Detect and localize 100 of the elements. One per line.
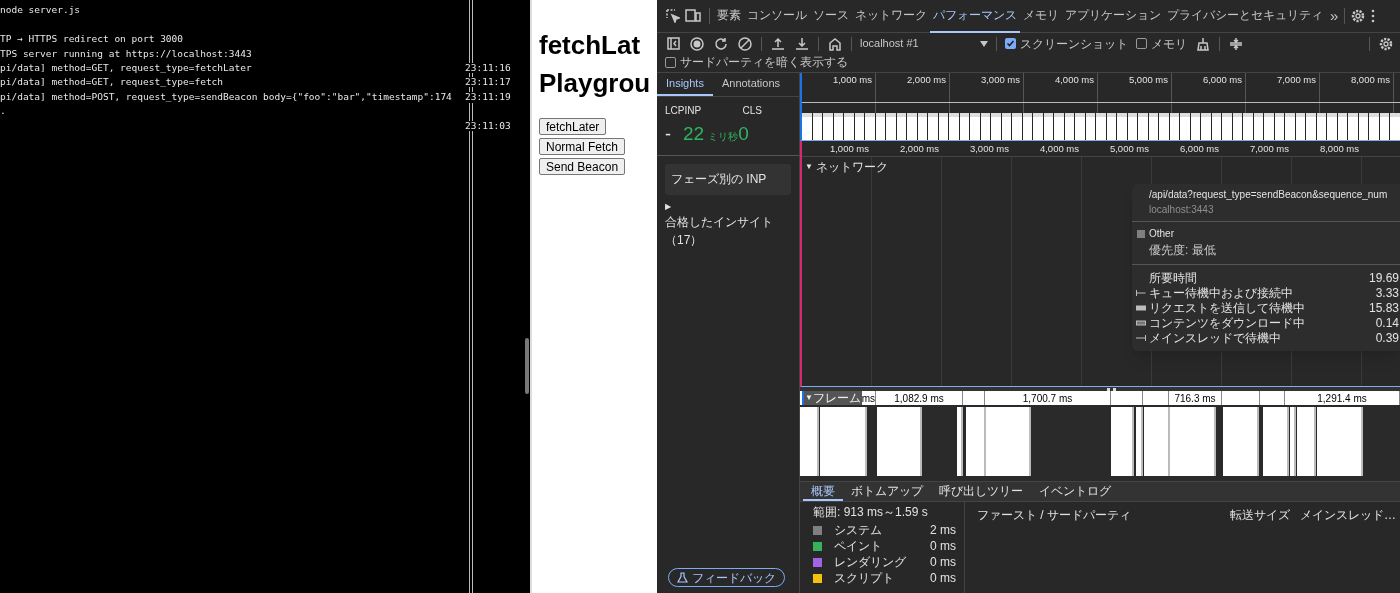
timeline-overview[interactable]: 1,000 ms 2,000 ms 3,000 ms 4,000 ms 5,000 ms 6,000 ms 7,000 ms 8,000 ms <box>800 73 1400 141</box>
request-priority: 優先度: 最低 <box>1148 242 1217 259</box>
time-tick: 6,000 ms <box>1178 142 1220 156</box>
more-tabs-button[interactable]: » <box>1326 4 1343 28</box>
timestamp: 23:11:16 <box>465 63 511 73</box>
terminal-line: pi/data] method=POST, request_type=sendBeacon body={"foo":"bar","timestamp":174 <box>0 91 452 102</box>
device-toolbar-icon[interactable] <box>685 8 701 24</box>
panel-tab[interactable]: ソース <box>810 0 852 33</box>
metric-value: 22 <box>683 122 705 146</box>
frame-duration: 716.3 ms <box>1174 391 1216 406</box>
timing-label: リクエストを送信して待機中 <box>1149 299 1306 317</box>
frame-duration: 1,291.4 ms <box>1317 391 1367 406</box>
whisker-icon[interactable] <box>1136 288 1146 297</box>
collapse-tracks-icon[interactable] <box>1228 35 1244 52</box>
track-header[interactable]: ▼フレーム <box>802 391 862 405</box>
metric-label: CLS <box>742 104 762 118</box>
bar-icon[interactable] <box>1136 303 1146 312</box>
terminal-line: TP → HTTPS redirect on port 3000 <box>0 34 184 44</box>
resource-type: Other <box>1149 227 1174 241</box>
frame-duration: 1,700.7 ms <box>1022 391 1073 406</box>
page-heading: Playgrou <box>539 67 652 100</box>
metric-unit: ミリ秒 <box>708 131 739 144</box>
category-time: 0 ms <box>930 540 956 552</box>
page-button[interactable]: Normal Fetch <box>539 138 626 155</box>
clear-icon[interactable] <box>737 35 753 52</box>
metric-label: LCP <box>665 104 685 118</box>
panel-tab[interactable]: メモリ <box>1020 0 1062 33</box>
details-tab[interactable]: ボトムアップ <box>843 482 931 501</box>
panel-tab[interactable]: アプリケーション <box>1062 0 1164 33</box>
time-tick: 7,000 ms <box>1248 142 1290 156</box>
time-tick: 4,000 ms <box>1038 142 1080 156</box>
settings-icon[interactable] <box>1350 8 1367 24</box>
category-time: 0 ms <box>930 572 956 584</box>
terminal-line: . <box>0 106 6 116</box>
metric-value: - <box>665 123 672 146</box>
checkbox-option[interactable]: スクリーンショット <box>1005 34 1128 53</box>
panel-tab[interactable]: 要素 <box>714 0 744 33</box>
page-button[interactable]: fetchLater <box>539 118 607 135</box>
time-tick: 2,000 ms <box>898 142 940 156</box>
download-icon[interactable] <box>794 35 810 52</box>
frame-duration: 1,082.9 ms <box>894 391 944 406</box>
timestamp: 23:11:03 <box>465 120 511 131</box>
metric-label: INP <box>684 104 703 118</box>
terminal-line: node server.js <box>0 5 81 15</box>
timing-value: 15.83 <box>1368 299 1399 317</box>
column-header[interactable]: メインスレッド… <box>1300 506 1396 524</box>
column-header[interactable]: 転送サイズ <box>1230 506 1300 524</box>
details-tab[interactable]: イベントログ <box>1031 482 1119 501</box>
flask-icon[interactable] <box>677 572 688 583</box>
timing-label: メインスレッドで待機中 <box>1149 329 1282 347</box>
timing-label: 所要時間 <box>1149 269 1198 287</box>
time-tick: 8,000 ms <box>1318 142 1360 156</box>
timestamp: 23:11:19 <box>465 91 511 102</box>
target-dropdown[interactable]: localhost #1 <box>860 35 988 52</box>
upload-icon[interactable] <box>770 35 786 52</box>
record-icon[interactable] <box>689 35 705 52</box>
outlined-bar-icon[interactable] <box>1136 318 1146 327</box>
scrollbar-thumb[interactable] <box>525 338 529 394</box>
request-url: /api/data?request_type=sendBeacon&sequence_num <box>1148 188 1389 202</box>
checkbox[interactable] <box>1005 38 1016 49</box>
capture-settings-icon[interactable] <box>1378 35 1394 52</box>
terminal-line: TPS server running at https://localhost:3443 <box>0 48 252 59</box>
terminal-line: pi/data] method=GET, request_type=fetchLater <box>0 63 252 73</box>
caret-icon[interactable] <box>980 40 988 47</box>
timing-value: 0.39 <box>1375 329 1399 347</box>
summary-range: 範囲: 913 ms～1.59 s <box>813 506 929 521</box>
terminal-line: pi/data] method=GET, request_type=fetch <box>0 77 224 87</box>
inspect-icon[interactable] <box>665 8 681 24</box>
checkbox-option[interactable]: サードパーティを暗く表示する <box>665 53 848 71</box>
checkbox[interactable] <box>665 56 676 68</box>
sidebar-toggle-icon[interactable] <box>665 35 681 52</box>
insight-card[interactable]: フェーズ別の INP <box>665 163 791 195</box>
column-header[interactable]: ファースト / サードパーティ <box>977 506 1230 524</box>
sidebar-tab[interactable]: Annotations <box>712 73 790 96</box>
category-name: ペイント <box>834 540 883 552</box>
timing-value: 0.14 <box>1375 314 1399 332</box>
panel-tab[interactable]: コンソール <box>744 0 810 33</box>
time-tick: 5,000 ms <box>1108 142 1150 156</box>
details-tab[interactable]: 概要 <box>803 482 843 501</box>
category-name: システム <box>834 524 883 536</box>
whisker-end-icon[interactable] <box>1136 333 1146 342</box>
page-heading: fetchLat <box>539 29 642 62</box>
metric-value: 0 <box>738 122 749 146</box>
sidebar-tab[interactable]: Insights <box>657 73 713 96</box>
timing-label: コンテンツをダウンロード中 <box>1149 314 1306 332</box>
home-icon[interactable] <box>827 35 843 52</box>
track-header[interactable]: ▼ ネットワーク <box>805 158 1400 176</box>
panel-tab[interactable]: パフォーマンス <box>930 0 1020 33</box>
reload-icon[interactable] <box>713 35 729 52</box>
page-button[interactable]: Send Beacon <box>539 158 626 175</box>
category-time: 2 ms <box>930 524 956 536</box>
panel-tab[interactable]: プライバシーとセキュリティ <box>1164 0 1326 33</box>
panel-tab[interactable]: ネットワーク <box>852 0 930 33</box>
category-time: 0 ms <box>930 556 956 568</box>
details-tab[interactable]: 呼び出しツリー <box>931 482 1031 501</box>
checkbox-option[interactable]: メモリ <box>1136 34 1187 53</box>
checkbox[interactable] <box>1136 38 1147 49</box>
time-tick: 3,000 ms <box>968 142 1010 156</box>
expand-toggle[interactable]: ▶ <box>657 202 799 211</box>
broom-icon[interactable] <box>1195 35 1211 52</box>
